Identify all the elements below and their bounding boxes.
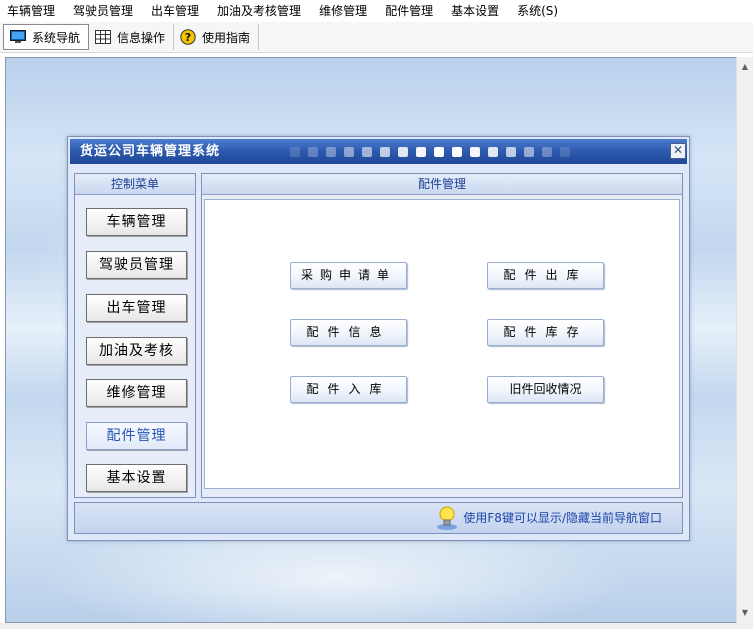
parts-out-button[interactable]: 配件出库 <box>487 262 604 289</box>
menu-bar: 车辆管理 驾驶员管理 出车管理 加油及考核管理 维修管理 配件管理 基本设置 系… <box>0 0 753 22</box>
system-nav-label: 系统导航 <box>32 30 81 45</box>
info-operation-label: 信息操作 <box>117 30 166 45</box>
hint-text: 使用F8键可以显示/隐藏当前导航窗口 <box>463 511 662 525</box>
close-icon[interactable]: ✕ <box>670 143 686 159</box>
user-guide-label: 使用指南 <box>202 30 251 45</box>
nav-fuel-button[interactable]: 加油及考核 <box>86 337 187 365</box>
title-decoration <box>290 147 590 157</box>
nav-settings-button[interactable]: 基本设置 <box>86 464 187 492</box>
toolbar: 系统导航 信息操作 ? 使用指南 <box>0 22 753 53</box>
scroll-down-icon[interactable]: ▼ <box>737 605 753 621</box>
monitor-icon <box>10 30 26 44</box>
window-title: 货运公司车辆管理系统 <box>80 144 221 159</box>
grid-icon <box>95 30 112 44</box>
nav-driver-button[interactable]: 驾驶员管理 <box>86 251 187 279</box>
menu-driver[interactable]: 驾驶员管理 <box>64 0 142 22</box>
control-menu-header: 控制菜单 <box>75 174 195 195</box>
bottom-edge <box>0 623 753 629</box>
old-parts-recycle-button[interactable]: 旧件回收情况 <box>487 376 604 403</box>
parts-stock-button[interactable]: 配件库存 <box>487 319 604 346</box>
hint-bar: 使用F8键可以显示/隐藏当前导航窗口 <box>74 502 683 534</box>
control-menu-panel: 控制菜单 车辆管理 驾驶员管理 出车管理 加油及考核 维修管理 配件管理 基本设… <box>74 173 196 498</box>
menu-fuel[interactable]: 加油及考核管理 <box>208 0 310 22</box>
info-operation-button[interactable]: 信息操作 <box>89 24 175 50</box>
parts-info-button[interactable]: 配件信息 <box>290 319 407 346</box>
nav-parts-button[interactable]: 配件管理 <box>86 422 187 450</box>
menu-system[interactable]: 系统(S) <box>508 0 567 22</box>
nav-dispatch-button[interactable]: 出车管理 <box>86 294 187 322</box>
hint: 使用F8键可以显示/隐藏当前导航窗口 <box>435 503 662 533</box>
scroll-up-icon[interactable]: ▲ <box>737 59 753 75</box>
lightbulb-icon <box>435 505 459 531</box>
vertical-scrollbar[interactable]: ▲ ▼ <box>736 57 753 623</box>
menu-vehicle[interactable]: 车辆管理 <box>0 0 64 22</box>
nav-repair-button[interactable]: 维修管理 <box>86 379 187 407</box>
purchase-request-button[interactable]: 采购申请单 <box>290 262 407 289</box>
function-area: 采购申请单 配件出库 配件信息 配件库存 配件入库 旧件回收情况 <box>204 199 680 489</box>
parts-management-panel: 配件管理 采购申请单 配件出库 配件信息 配件库存 配件入库 旧件回收情况 <box>201 173 683 498</box>
navigation-window: 货运公司车辆管理系统 ✕ 控制菜单 车辆管理 驾驶员管理 出车管理 加油及考核 <box>67 136 690 541</box>
title-bar[interactable]: 货运公司车辆管理系统 ✕ <box>70 139 687 164</box>
help-icon: ? <box>180 29 196 45</box>
parts-management-header: 配件管理 <box>202 174 682 195</box>
user-guide-button[interactable]: ? 使用指南 <box>174 24 260 50</box>
menu-parts[interactable]: 配件管理 <box>376 0 442 22</box>
system-nav-button[interactable]: 系统导航 <box>3 24 90 50</box>
svg-text:?: ? <box>185 31 191 44</box>
menu-repair[interactable]: 维修管理 <box>310 0 376 22</box>
parts-in-button[interactable]: 配件入库 <box>290 376 407 403</box>
menu-settings[interactable]: 基本设置 <box>442 0 508 22</box>
nav-vehicle-button[interactable]: 车辆管理 <box>86 208 187 236</box>
menu-dispatch[interactable]: 出车管理 <box>142 0 208 22</box>
